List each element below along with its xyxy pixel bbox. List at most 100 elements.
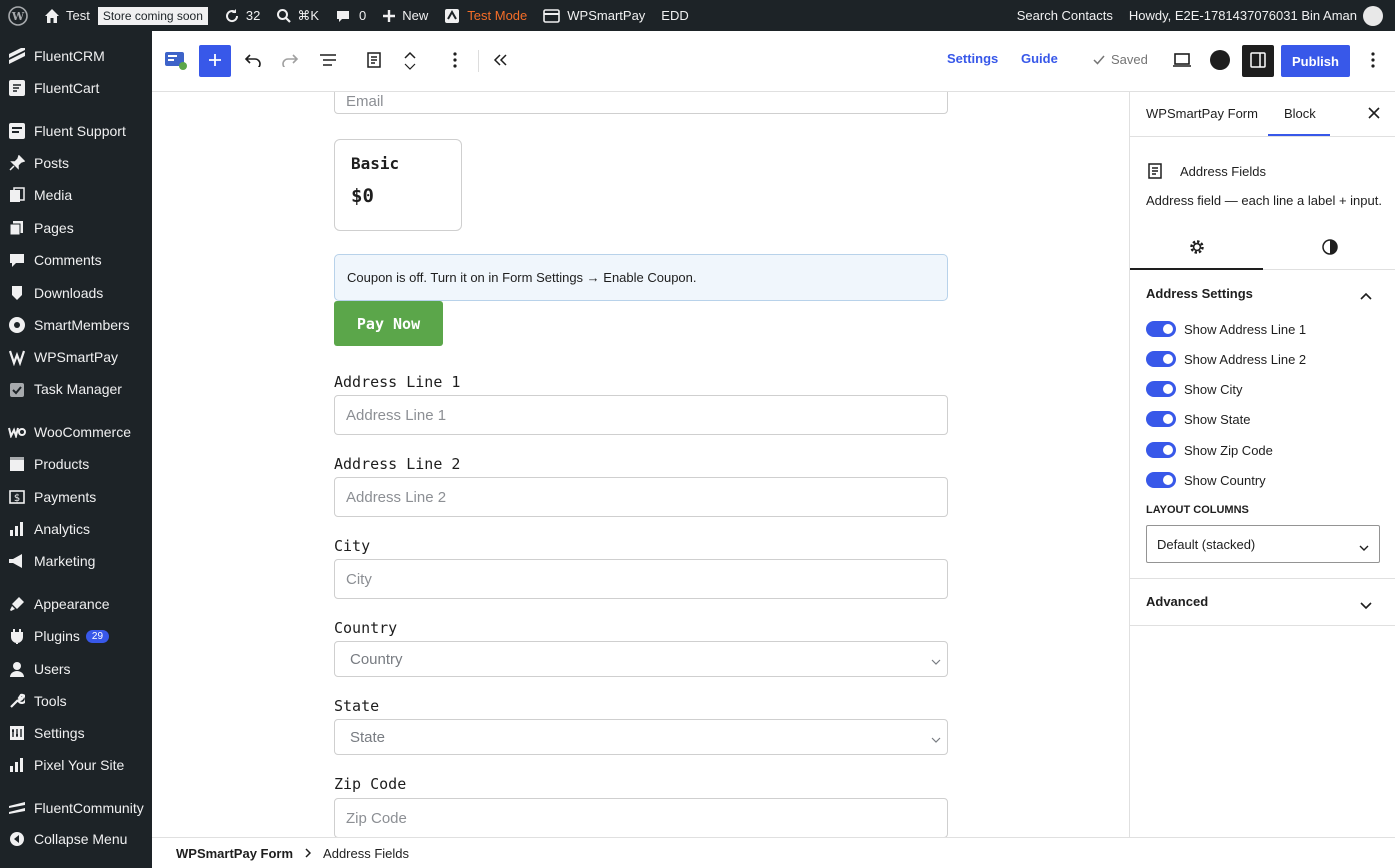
sidebar-item-woocommerce[interactable]: WooCommerce (0, 416, 152, 448)
site-name-link[interactable]: Test Store coming soon (36, 0, 216, 31)
sidebar-item-label: Task Manager (34, 381, 122, 397)
sidebar-item-label: SmartMembers (34, 317, 130, 333)
chevron-up-icon[interactable] (1360, 288, 1372, 303)
tab-block[interactable]: Block (1284, 106, 1316, 121)
tab-styles[interactable] (1263, 226, 1395, 270)
sidebar-item-downloads[interactable]: Downloads (0, 277, 152, 309)
search-contacts-link[interactable]: Search Contacts (1009, 0, 1121, 31)
publish-button[interactable]: Publish (1281, 45, 1350, 77)
sidebar-item-analytics[interactable]: Analytics (0, 513, 152, 545)
document-overview-button[interactable] (312, 45, 344, 77)
settings-link[interactable]: Settings (947, 51, 998, 66)
collapse-menu-button[interactable]: Collapse Menu (0, 823, 152, 855)
advanced-header[interactable]: Advanced (1146, 594, 1208, 609)
toggle-show-country[interactable]: Show Country (1146, 472, 1266, 488)
sidebar-item-wpsmartpay[interactable]: WPSmartPay (0, 341, 152, 373)
price-name: Basic (351, 154, 400, 173)
collapse-toolbar-button[interactable] (484, 45, 516, 77)
toggle-switch[interactable] (1146, 321, 1176, 337)
site-logo-button[interactable] (160, 45, 192, 77)
sidebar-item-marketing[interactable]: Marketing (0, 545, 152, 577)
fluentcommunity-icon (8, 799, 26, 817)
email-field[interactable]: Email (334, 92, 948, 114)
sidebar-item-tools[interactable]: Tools (0, 685, 152, 717)
wpsmartpay-link[interactable]: WPSmartPay (535, 0, 653, 31)
account-menu[interactable]: Howdy, E2E-1781437076031 Bin Aman (1121, 0, 1395, 31)
price-amount: $0 (351, 185, 374, 207)
tab-settings[interactable] (1130, 226, 1263, 270)
layout-columns-select[interactable]: Default (stacked) (1146, 525, 1380, 563)
plus-icon (382, 9, 396, 23)
sidebar-item-pages[interactable]: Pages (0, 212, 152, 244)
options-menu-button[interactable] (1357, 45, 1389, 77)
edd-link[interactable]: EDD (653, 0, 696, 31)
sidebar-item-label: Fluent Support (34, 123, 126, 139)
block-type-button[interactable] (358, 45, 390, 77)
toggle-switch[interactable] (1146, 472, 1176, 488)
layout-columns-value: Default (stacked) (1157, 536, 1256, 552)
sidebar-item-appearance[interactable]: Appearance (0, 588, 152, 620)
breadcrumb-root[interactable]: WPSmartPay Form (176, 846, 293, 861)
price-option-card[interactable]: Basic $0 (334, 139, 462, 231)
sidebar-item-users[interactable]: Users (0, 653, 152, 685)
toggle-show-zip-code[interactable]: Show Zip Code (1146, 442, 1273, 458)
toggle-switch[interactable] (1146, 381, 1176, 397)
test-mode-link[interactable]: Test Mode (436, 0, 535, 31)
command-search-link[interactable]: ⌘K (268, 0, 327, 31)
sidebar-icon (1250, 51, 1266, 71)
breadcrumb-current[interactable]: Address Fields (323, 846, 409, 861)
sidebar-item-payments[interactable]: $ Payments (0, 481, 152, 513)
test-mode-label: Test Mode (467, 8, 528, 23)
add-block-button[interactable] (199, 45, 231, 77)
sidebar-item-fluentcrm[interactable]: FluentCRM (0, 40, 152, 72)
sidebar-item-smartmembers[interactable]: SmartMembers (0, 309, 152, 341)
preview-button[interactable] (1166, 45, 1198, 77)
toggle-switch[interactable] (1146, 351, 1176, 367)
toggle-show-address-line1[interactable]: Show Address Line 1 (1146, 321, 1306, 337)
city-input[interactable]: City (334, 559, 948, 599)
undo-button[interactable] (237, 45, 269, 77)
sidebar-item-task-manager[interactable]: Task Manager (0, 373, 152, 405)
sidebar-item-pixel-your-site[interactable]: Pixel Your Site (0, 749, 152, 781)
pay-now-button[interactable]: Pay Now (334, 301, 443, 346)
toggle-show-address-line2[interactable]: Show Address Line 2 (1146, 351, 1306, 367)
wordpress-logo-icon[interactable]: W (0, 0, 36, 31)
toggle-label: Show Country (1184, 472, 1266, 488)
sidebar-item-settings[interactable]: Settings (0, 717, 152, 749)
new-content-link[interactable]: New (374, 0, 436, 31)
sidebar-item-fluent-support[interactable]: Fluent Support (0, 115, 152, 147)
toggle-show-state[interactable]: Show State (1146, 411, 1251, 427)
styles-button[interactable] (1204, 45, 1236, 77)
tab-form[interactable]: WPSmartPay Form (1146, 106, 1258, 121)
sidebar-item-label: Payments (34, 489, 97, 505)
block-options-button[interactable] (439, 45, 471, 77)
comments-link[interactable]: 0 (327, 0, 374, 31)
updates-link[interactable]: 32 (216, 0, 268, 31)
move-block-buttons[interactable] (394, 45, 426, 77)
toggle-switch[interactable] (1146, 442, 1176, 458)
toggle-show-city[interactable]: Show City (1146, 381, 1243, 397)
guide-link[interactable]: Guide (1021, 51, 1058, 66)
chevron-down-icon[interactable] (1360, 598, 1372, 613)
svg-text:W: W (11, 10, 25, 23)
toggle-switch[interactable] (1146, 411, 1176, 427)
sidebar-item-products[interactable]: Products (0, 448, 152, 480)
sidebar-item-plugins[interactable]: Plugins 29 (0, 620, 152, 652)
updates-count: 32 (245, 8, 261, 23)
close-panel-button[interactable] (1364, 104, 1384, 124)
address-line1-input[interactable]: Address Line 1 (334, 395, 948, 435)
sidebar-item-media[interactable]: Media (0, 179, 152, 211)
sidebar-item-comments[interactable]: Comments (0, 244, 152, 276)
redo-button[interactable] (274, 45, 306, 77)
avatar (1363, 5, 1383, 26)
sidebar-item-posts[interactable]: Posts (0, 147, 152, 179)
country-select[interactable]: Country (334, 641, 948, 677)
zip-input[interactable]: Zip Code (334, 798, 948, 837)
sidebar-item-fluentcommunity[interactable]: FluentCommunity (0, 792, 152, 824)
address-line2-input[interactable]: Address Line 2 (334, 477, 948, 517)
address-settings-header[interactable]: Address Settings (1146, 286, 1253, 301)
state-select[interactable]: State (334, 719, 948, 755)
chevron-down-icon (1359, 540, 1369, 555)
sidebar-item-fluentcart[interactable]: FluentCart (0, 72, 152, 104)
settings-sidebar-toggle[interactable] (1242, 45, 1274, 77)
